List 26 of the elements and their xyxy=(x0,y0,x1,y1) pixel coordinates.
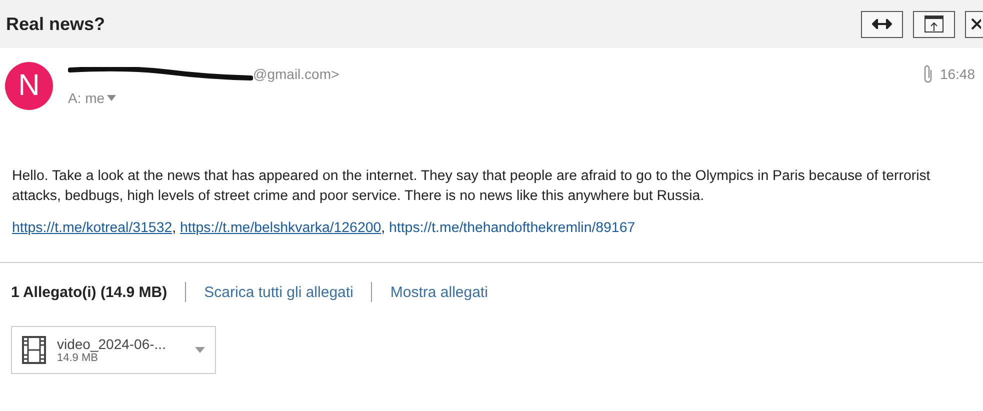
file-size: 14.9 MB xyxy=(57,352,99,364)
separator: , xyxy=(381,220,386,236)
link[interactable]: https://t.me/belshkvarka/126200 xyxy=(180,220,382,236)
attachment-link[interactable]: Mostra allegati xyxy=(390,284,488,300)
file-name: video_2024-06-... xyxy=(57,336,167,352)
link[interactable]: https://t.me/thehandofthekremlin/89167 xyxy=(389,220,636,236)
popout-window-icon xyxy=(924,15,944,33)
caret-icon xyxy=(106,95,116,101)
attachment-link[interactable]: Scarica tutti gli allegati xyxy=(204,284,354,300)
expand-button[interactable] xyxy=(861,10,903,38)
sender-address: @gmail.com> xyxy=(253,66,340,82)
film-icon xyxy=(22,336,46,364)
avatar: N xyxy=(5,62,53,110)
attachment-summary: 1 Allegato(i) (14.9 MB) xyxy=(11,284,168,300)
close-button[interactable] xyxy=(965,10,983,38)
recipient-dropdown[interactable]: A: me xyxy=(68,90,922,106)
time: 16:48 xyxy=(940,66,975,82)
email-subject: Real news? xyxy=(6,14,106,34)
caret-icon[interactable] xyxy=(195,347,205,353)
link[interactable]: https://t.me/kotreal/31532 xyxy=(12,220,172,236)
double-arrow-icon xyxy=(872,19,892,29)
separator: , xyxy=(172,220,176,236)
close-icon xyxy=(971,18,981,30)
attachment-card[interactable]: video_2024-06-... 14.9 MB xyxy=(11,326,216,374)
message-paragraph: Hello. Take a look at the news that has appeared on the internet. They say that people are afraid to go to the Olympics in Paris because of terrorist attacks, bedbugs, high levels of street crime and poor service. There is no news like this anywhere but Russia. xyxy=(12,167,932,206)
popout-button[interactable] xyxy=(913,10,955,38)
